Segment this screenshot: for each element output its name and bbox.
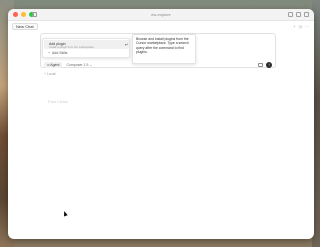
panel-icon[interactable] bbox=[296, 12, 301, 17]
settings-icon[interactable] bbox=[304, 12, 309, 17]
command-suggestion-popup: Add plugin Install a plugin from the mar… bbox=[42, 38, 130, 58]
layout-icon[interactable] bbox=[288, 12, 293, 17]
add-tab-icon[interactable]: + bbox=[293, 24, 295, 29]
image-attach-icon[interactable] bbox=[258, 63, 263, 67]
titlebar-actions bbox=[288, 12, 309, 17]
agent-mode-label: Agent bbox=[50, 63, 60, 67]
more-icon[interactable]: ⋯ bbox=[305, 24, 309, 29]
model-selector[interactable]: Composer 1.5 ⌄ bbox=[66, 62, 92, 68]
agent-mode-selector[interactable]: ∞ Agent bbox=[44, 62, 63, 68]
tab-bar: New Chat + ◷ ⋯ bbox=[8, 21, 314, 31]
chevron-down-icon: ⌄ bbox=[88, 63, 93, 67]
enter-arrow-icon: ↵ bbox=[125, 42, 129, 47]
tab-new-chat[interactable]: New Chat bbox=[12, 23, 38, 30]
model-label: Composer 1.5 bbox=[66, 63, 89, 67]
history-icon[interactable]: ◷ bbox=[299, 24, 303, 29]
suggestion-add-plugin[interactable]: Add plugin Install a plugin from the mar… bbox=[44, 40, 129, 49]
suggestion-subtitle: Install a plugin from the marketplace bbox=[49, 45, 94, 49]
window-title: ew-explore bbox=[151, 12, 171, 17]
past-chats-label[interactable]: Past Chats bbox=[48, 99, 68, 104]
suggestion-add-skills[interactable]: + Add Skills bbox=[48, 51, 67, 55]
composer-mode-row: ∞ Agent Composer 1.5 ⌄ bbox=[44, 62, 92, 68]
workspace-selector[interactable]: ⑂ Local bbox=[44, 72, 55, 76]
title-bar: ew-explore bbox=[8, 9, 314, 21]
plus-icon: + bbox=[48, 51, 51, 55]
command-tooltip: Browse and install plugins from the Curs… bbox=[132, 34, 196, 64]
add-skills-label: Add Skills bbox=[52, 51, 68, 55]
composer-right-tools: ↑ bbox=[258, 62, 272, 68]
tab-actions: + ◷ ⋯ bbox=[293, 24, 309, 29]
workspace-label: Local bbox=[47, 72, 56, 76]
send-button[interactable]: ↑ bbox=[266, 62, 272, 68]
